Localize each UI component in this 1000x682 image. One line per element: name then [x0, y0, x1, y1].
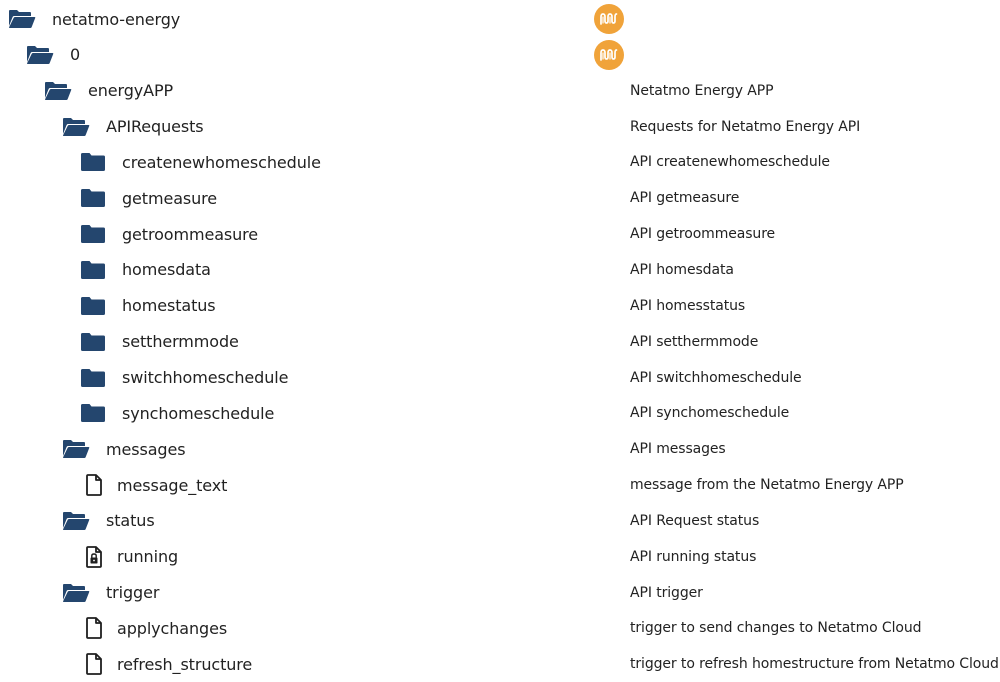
tree-node: getroommeasure [80, 216, 258, 252]
tree-node-description: trigger to send changes to Netatmo Cloud [630, 620, 922, 637]
tree-node-label: createnewhomeschedule [122, 152, 321, 172]
tree-row-setthermmode[interactable]: setthermmode API setthermmode [0, 324, 1000, 360]
tree-node-label: getroommeasure [122, 224, 259, 244]
tree-row-message-text[interactable]: message_text message from the Netatmo Ene… [0, 467, 1000, 503]
tree-row-refresh-structure[interactable]: refresh_structure trigger to refresh home… [0, 646, 1000, 682]
folder-open-icon[interactable] [44, 81, 72, 101]
tree-node-label: 0 [70, 45, 81, 65]
tree-node: getmeasure [80, 180, 217, 216]
tree-row-createnewhomeschedule[interactable]: createnewhomeschedule API createnewhomesc… [0, 144, 1000, 180]
folder-icon[interactable] [80, 368, 106, 388]
tree-node-description: API messages [630, 441, 726, 458]
tree-node-description: message from the Netatmo Energy APP [630, 477, 904, 494]
tree-node: refresh_structure [85, 646, 252, 682]
file-icon[interactable] [85, 617, 103, 640]
tree-node-description: API createnewhomeschedule [630, 154, 830, 171]
adapter-logo-icon [594, 39, 624, 70]
tree-node-label: homesdata [122, 260, 211, 280]
tree-row-running[interactable]: running API running status [0, 539, 1000, 575]
folder-icon[interactable] [80, 260, 106, 280]
tree-row-applychanges[interactable]: applychanges trigger to send changes to N… [0, 610, 1000, 646]
tree-node: messages [62, 431, 186, 467]
tree-row-switchhomeschedule[interactable]: switchhomeschedule API switchhomeschedule [0, 360, 1000, 396]
tree-row-synchomeschedule[interactable]: synchomeschedule API synchomeschedule [0, 395, 1000, 431]
tree-node-description: API getroommeasure [630, 226, 776, 243]
tree-node-label: getmeasure [122, 188, 218, 208]
tree-node: APIRequests [62, 109, 204, 145]
tree-node-label: messages [106, 439, 186, 459]
tree-node-description: API homesdata [630, 261, 734, 278]
tree-node: running [85, 539, 178, 575]
tree-node: applychanges [85, 610, 227, 646]
folder-open-icon[interactable] [62, 117, 90, 137]
tree-node-description: API Request status [630, 512, 760, 529]
folder-icon[interactable] [80, 296, 106, 316]
folder-open-icon[interactable] [26, 45, 54, 65]
tree-node: trigger [62, 575, 159, 611]
tree-node-label: netatmo-energy [52, 9, 181, 29]
tree-node-label: synchomeschedule [122, 403, 275, 423]
tree-node-description: API synchomeschedule [630, 405, 790, 422]
folder-icon[interactable] [80, 332, 106, 352]
tree-node-label: APIRequests [106, 117, 204, 137]
tree-node-description: trigger to refresh homestructure from Ne… [630, 656, 999, 673]
tree-node-label: running [117, 547, 179, 567]
tree-node-description: API homesstatus [630, 297, 746, 314]
tree-row-energyapp[interactable]: energyAPP Netatmo Energy APP [0, 73, 1000, 109]
tree-row-apirequests[interactable]: APIRequests Requests for Netatmo Energy A… [0, 109, 1000, 145]
tree-node: status [62, 503, 155, 539]
tree-node: synchomeschedule [80, 395, 274, 431]
tree-row-trigger[interactable]: trigger API trigger [0, 575, 1000, 611]
tree-node-label: homestatus [122, 296, 216, 316]
tree-row-getroommeasure[interactable]: getroommeasure API getroommeasure [0, 216, 1000, 252]
file-lock-icon[interactable] [85, 545, 103, 568]
folder-open-icon[interactable] [62, 511, 90, 531]
folder-icon[interactable] [80, 152, 106, 172]
tree-node-label: refresh_structure [117, 654, 253, 674]
folder-open-icon[interactable] [8, 9, 36, 29]
tree-node: homesdata [80, 252, 211, 288]
folder-icon[interactable] [80, 224, 106, 244]
tree-row-homesdata[interactable]: homesdata API homesdata [0, 252, 1000, 288]
tree-node: homestatus [80, 288, 216, 324]
tree-node-description: API getmeasure [630, 190, 740, 207]
tree-node: switchhomeschedule [80, 360, 288, 396]
tree-node-label: applychanges [117, 618, 228, 638]
tree-row-getmeasure[interactable]: getmeasure API getmeasure [0, 180, 1000, 216]
tree-node-label: status [106, 511, 155, 531]
tree-node-label: energyAPP [88, 81, 174, 101]
tree-node-description: API running status [630, 548, 757, 565]
tree-row-homestatus[interactable]: homestatus API homesstatus [0, 288, 1000, 324]
tree-node-label: trigger [106, 583, 160, 603]
file-icon[interactable] [85, 653, 103, 676]
tree-node-description: API switchhomeschedule [630, 369, 802, 386]
object-tree: netatmo-energy 0 energyAPP Netatmo Energy… [0, 0, 1000, 679]
folder-icon[interactable] [80, 188, 106, 208]
folder-open-icon[interactable] [62, 583, 90, 603]
tree-row-instance-0[interactable]: 0 [0, 37, 1000, 73]
tree-node-label: setthermmode [122, 332, 239, 352]
tree-node-description: API setthermmode [630, 333, 759, 350]
tree-node-label: switchhomeschedule [122, 368, 289, 387]
tree-node: setthermmode [80, 324, 239, 360]
tree-node-description: API trigger [630, 584, 703, 601]
tree-node-label: message_text [117, 475, 228, 495]
tree-row-netatmo-energy[interactable]: netatmo-energy [0, 1, 1000, 37]
file-icon[interactable] [85, 474, 103, 496]
tree-row-status[interactable]: status API Request status [0, 503, 1000, 539]
tree-node: netatmo-energy [8, 1, 180, 37]
folder-icon[interactable] [80, 403, 106, 423]
tree-node: createnewhomeschedule [80, 144, 321, 180]
tree-row-messages[interactable]: messages API messages [0, 431, 1000, 467]
tree-node: 0 [26, 37, 80, 73]
tree-node: energyAPP [44, 73, 173, 109]
tree-node: message_text [85, 467, 227, 503]
folder-open-icon[interactable] [62, 439, 90, 459]
tree-node-description: Netatmo Energy APP [630, 82, 774, 99]
adapter-logo-icon [594, 4, 624, 34]
tree-node-description: Requests for Netatmo Energy API [630, 118, 861, 135]
